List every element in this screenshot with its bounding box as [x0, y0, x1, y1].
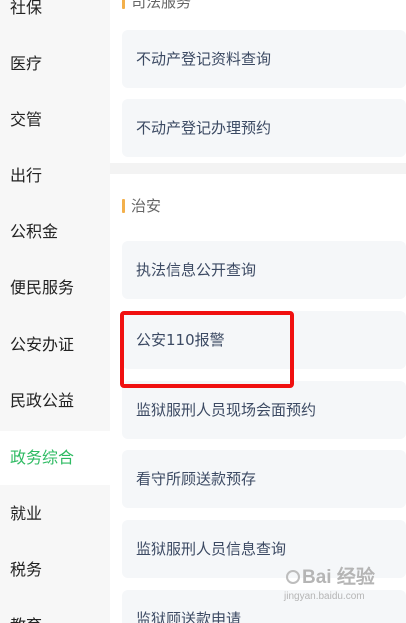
sidebar-item-medical[interactable]: 医疗: [0, 37, 110, 91]
sidebar-item-employment[interactable]: 就业: [0, 487, 110, 541]
sidebar-item-civil-affairs[interactable]: 民政公益: [0, 374, 110, 428]
section-title: 司法服务: [122, 0, 191, 12]
watermark-logo: Bai 经验: [284, 566, 398, 590]
sidebar-item-education[interactable]: 教育: [0, 599, 110, 623]
baidu-jingyan-watermark: Bai 经验 jingyan.baidu.com: [284, 566, 398, 610]
paw-icon: [286, 570, 300, 584]
sidebar-item-housing-fund[interactable]: 公积金: [0, 205, 110, 259]
sidebar-item-police-certificates[interactable]: 公安办证: [0, 318, 110, 372]
section-marker: [122, 0, 125, 9]
service-item-law-enforcement-info[interactable]: 执法信息公开查询: [122, 241, 406, 299]
service-item-prison-visit-appointment[interactable]: 监狱服刑人员现场会面预约: [122, 381, 406, 439]
highlight-annotation-box: [120, 311, 294, 388]
sidebar-item-travel[interactable]: 出行: [0, 149, 110, 203]
watermark-url: jingyan.baidu.com: [284, 591, 365, 602]
sidebar-item-tax[interactable]: 税务: [0, 543, 110, 597]
category-sidebar: 社保 医疗 交管 出行 公积金 便民服务 公安办证 民政公益 政务综合 就业 税…: [0, 0, 110, 623]
service-item-detention-deposit[interactable]: 看守所顾送款预存: [122, 450, 406, 508]
section-marker: [122, 199, 125, 213]
service-item-property-registration-appointment[interactable]: 不动产登记办理预约: [122, 99, 406, 157]
sidebar-item-social-security[interactable]: 社保: [0, 0, 110, 35]
section-title: 治安: [122, 196, 161, 216]
sidebar-item-government-general[interactable]: 政务综合: [0, 431, 110, 485]
service-item-property-records-query[interactable]: 不动产登记资料查询: [122, 30, 406, 88]
section-public-security: 治安 执法信息公开查询 公安110报警 监狱服刑人员现场会面预约 看守所顾送款预…: [110, 174, 406, 623]
sidebar-item-traffic[interactable]: 交管: [0, 93, 110, 147]
section-judicial: 司法服务 不动产登记资料查询 不动产登记办理预约: [110, 0, 406, 163]
sidebar-item-convenience[interactable]: 便民服务: [0, 261, 110, 315]
